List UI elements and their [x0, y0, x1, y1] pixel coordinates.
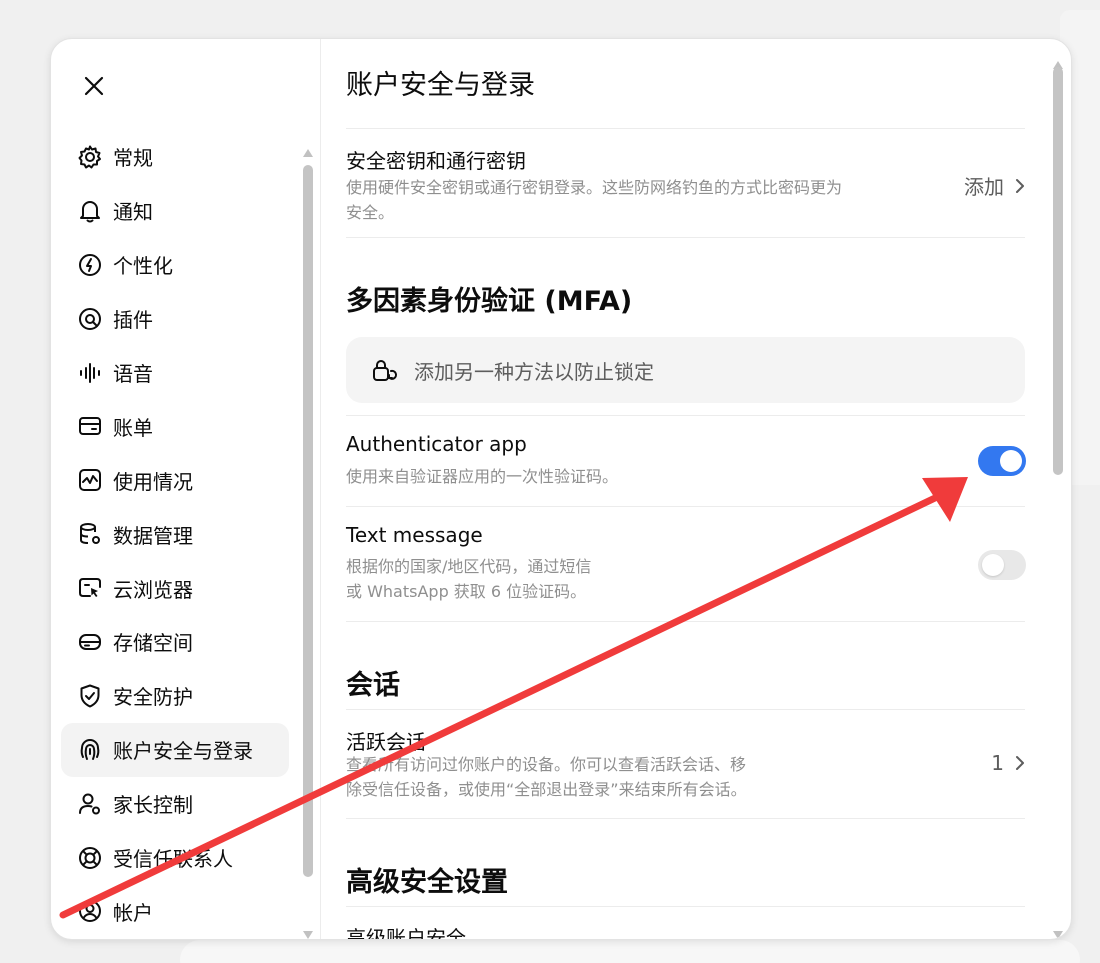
passkeys-title: 安全密钥和通行密钥	[346, 149, 526, 173]
sidebar-item-label: 账单	[113, 415, 153, 440]
sidebar-scrollbar[interactable]	[301, 149, 315, 939]
gear-icon	[78, 145, 101, 169]
sidebar-item-account[interactable]: 帐户	[61, 884, 289, 938]
sidebar-item-label: 插件	[113, 308, 153, 333]
text-message-description: 根据你的国家/地区代码，通过短信 或 WhatsApp 获取 6 位验证码。	[346, 557, 592, 601]
settings-sidebar: 常规 通知 个性化 插件 语音 账单 使用情况 数据管理 云浏览器 存储空间 安…	[51, 39, 321, 939]
settings-dialog: 常规 通知 个性化 插件 语音 账单 使用情况 数据管理 云浏览器 存储空间 安…	[50, 38, 1072, 940]
sidebar-item-label: 个性化	[113, 254, 173, 279]
settings-content: 账户安全与登录 安全密钥和通行密钥 使用硬件安全密钥或通行密钥登录。这些防网络钓…	[346, 39, 1026, 939]
card-icon	[79, 417, 101, 436]
authenticator-title: Authenticator app	[346, 432, 527, 456]
content-scrollbar[interactable]	[1051, 61, 1065, 939]
sidebar-item-notifications[interactable]: 通知	[61, 184, 289, 238]
scroll-down-icon[interactable]	[303, 931, 313, 939]
authenticator-toggle[interactable]	[978, 446, 1026, 476]
sessions-section-title: 会话	[346, 670, 400, 701]
storage-icon	[79, 633, 101, 650]
advanced-account-security-title[interactable]: 高级账户安全	[346, 922, 466, 939]
active-sessions-title: 活跃会话	[346, 730, 426, 754]
sidebar-item-data-controls[interactable]: 数据管理	[61, 507, 289, 561]
sidebar-item-label: 语音	[113, 362, 153, 386]
sidebar-item-general[interactable]: 常规	[61, 130, 289, 184]
sidebar-item-label: 通知	[113, 200, 153, 225]
sidebar-item-label: 云浏览器	[113, 577, 193, 602]
usage-chart-icon	[79, 469, 101, 492]
scrollbar-thumb[interactable]	[1053, 67, 1063, 475]
user-circle-icon	[79, 900, 101, 923]
bell-icon	[80, 200, 100, 223]
chevron-right-icon	[1016, 756, 1024, 770]
scrollbar-thumb[interactable]	[303, 165, 313, 877]
sidebar-item-storage[interactable]: 存储空间	[61, 615, 289, 669]
sidebar-item-label: 帐户	[113, 900, 153, 925]
sidebar-item-cloud-browser[interactable]: 云浏览器	[61, 561, 289, 615]
sidebar-item-label: 账户安全与登录	[113, 739, 253, 764]
scroll-down-icon[interactable]	[1053, 931, 1063, 939]
fingerprint-icon	[80, 738, 100, 760]
session-count: 1	[991, 751, 1004, 775]
toggle-knob	[982, 554, 1004, 576]
close-button[interactable]	[79, 71, 109, 101]
divider	[346, 506, 1025, 507]
scroll-up-icon[interactable]	[303, 149, 313, 157]
sidebar-item-label: 存储空间	[113, 631, 193, 656]
sidebar-item-trusted-contacts[interactable]: 受信任联系人	[61, 831, 289, 885]
divider	[346, 818, 1025, 819]
sidebar-item-voice[interactable]: 语音	[61, 346, 289, 400]
divider	[346, 237, 1025, 238]
sidebar-item-label: 家长控制	[113, 793, 193, 818]
text-message-toggle[interactable]	[978, 550, 1026, 580]
mfa-section-title: 多因素身份验证 (MFA)	[346, 286, 633, 317]
mfa-lockout-callout: 添加另一种方法以防止锁定	[346, 337, 1025, 403]
sidebar-item-billing[interactable]: 账单	[61, 399, 289, 453]
sidebar-item-label: 数据管理	[113, 523, 193, 548]
add-passkey-button[interactable]: 添加	[964, 171, 1026, 200]
lock-refresh-icon	[373, 360, 397, 381]
toggle-knob	[1000, 450, 1022, 472]
personalization-icon	[79, 253, 101, 276]
active-sessions-description: 查看所有访问过你账户的设备。你可以查看活跃会话、移 除受信任设备，或使用“全部退…	[346, 755, 747, 799]
divider	[346, 906, 1025, 907]
sidebar-item-usage[interactable]: 使用情况	[61, 453, 289, 507]
background-input-bar	[180, 940, 1080, 963]
sidebar-item-plugins[interactable]: 插件	[61, 292, 289, 346]
shield-icon	[80, 684, 100, 708]
authenticator-description: 使用来自验证器应用的一次性验证码。	[346, 467, 619, 486]
sidebar-item-account-security[interactable]: 账户安全与登录	[61, 722, 289, 777]
page-title: 账户安全与登录	[346, 70, 535, 101]
sidebar-item-security[interactable]: 安全防护	[61, 669, 289, 723]
chevron-right-icon	[1016, 178, 1024, 193]
voice-wave-icon	[80, 362, 100, 383]
callout-text: 添加另一种方法以防止锁定	[414, 359, 654, 384]
parent-user-icon	[79, 793, 100, 815]
active-sessions-button[interactable]: 1	[991, 751, 1026, 775]
plugin-icon	[79, 307, 101, 330]
divider	[346, 621, 1025, 622]
text-message-title: Text message	[346, 523, 483, 547]
sidebar-item-label: 使用情况	[113, 469, 193, 494]
close-icon	[84, 76, 104, 96]
divider	[346, 415, 1025, 416]
divider	[346, 128, 1025, 129]
advanced-section-title: 高级安全设置	[346, 867, 508, 898]
database-icon	[80, 523, 100, 545]
sidebar-item-label: 受信任联系人	[113, 847, 233, 872]
divider	[346, 709, 1025, 710]
sidebar-item-parental-controls[interactable]: 家长控制	[61, 777, 289, 831]
sidebar-item-label: 安全防护	[113, 685, 193, 710]
cloud-browser-icon	[79, 578, 101, 598]
settings-nav: 常规 通知 个性化 插件 语音 账单 使用情况 数据管理 云浏览器 存储空间 安…	[61, 130, 289, 938]
passkeys-description: 使用硬件安全密钥或通行密钥登录。这些防网络钓鱼的方式比密码更为 安全。	[346, 178, 843, 222]
sidebar-item-label: 常规	[113, 146, 153, 171]
sidebar-item-personalization[interactable]: 个性化	[61, 238, 289, 292]
add-label: 添加	[964, 175, 1004, 199]
lifebuoy-icon	[79, 846, 101, 869]
